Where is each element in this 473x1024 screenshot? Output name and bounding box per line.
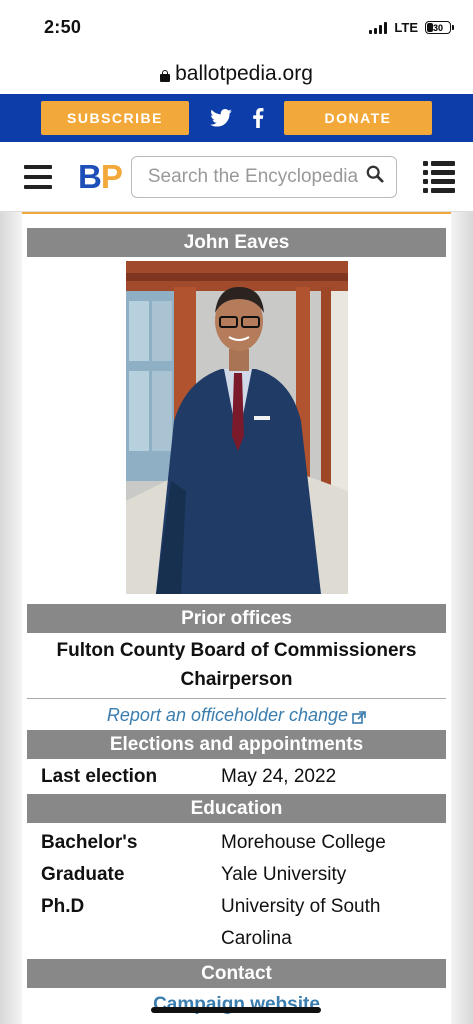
prior-office-title: Fulton County Board of Commissioners Cha… bbox=[27, 633, 446, 699]
education-value: University of South Carolina bbox=[221, 896, 381, 949]
education-value: Morehouse College bbox=[221, 832, 386, 853]
network-type: LTE bbox=[394, 20, 418, 35]
status-bar: 2:50 LTE 30 bbox=[0, 0, 473, 55]
search-icon[interactable] bbox=[366, 165, 384, 188]
education-row: Graduate Yale University bbox=[27, 859, 446, 891]
home-indicator bbox=[151, 1007, 321, 1013]
education-value: Yale University bbox=[221, 864, 347, 885]
education-label: Ph.D bbox=[41, 896, 85, 917]
hamburger-menu-icon[interactable] bbox=[24, 164, 52, 189]
contact-header: Contact bbox=[27, 959, 446, 988]
page-content: John Eaves Prior offices Fulton County B… bbox=[0, 212, 473, 1024]
search-input[interactable]: Search the Encyclopedia bbox=[130, 155, 397, 198]
promo-bar: SUBSCRIBE DONATE bbox=[0, 94, 473, 142]
last-election-label: Last election bbox=[41, 766, 158, 787]
status-indicators: LTE 30 bbox=[369, 20, 454, 35]
education-row: Ph.D University of South Carolina bbox=[27, 891, 446, 955]
facebook-icon[interactable] bbox=[252, 108, 264, 128]
elections-header: Elections and appointments bbox=[27, 730, 446, 759]
education-row: Bachelor's Morehouse College bbox=[27, 827, 446, 859]
status-time: 2:50 bbox=[44, 17, 82, 37]
twitter-icon[interactable] bbox=[209, 109, 232, 127]
prior-offices-header: Prior offices bbox=[27, 604, 446, 633]
ballotpedia-logo[interactable]: BP bbox=[78, 158, 123, 196]
report-officeholder-link[interactable]: Report an officeholder change bbox=[27, 699, 446, 730]
battery-icon: 30 bbox=[425, 21, 454, 34]
signal-icon bbox=[369, 21, 388, 34]
donate-button[interactable]: DONATE bbox=[284, 101, 432, 135]
last-election-row: Last election May 24, 2022 bbox=[27, 759, 446, 794]
site-header: BP Search the Encyclopedia bbox=[0, 142, 473, 212]
officeholder-photo bbox=[125, 261, 348, 594]
education-label: Graduate bbox=[41, 864, 125, 885]
search-placeholder: Search the Encyclopedia bbox=[147, 165, 359, 187]
list-menu-icon[interactable] bbox=[423, 160, 455, 193]
social-links bbox=[209, 108, 264, 128]
battery-level: 30 bbox=[432, 22, 443, 33]
education-header: Education bbox=[27, 794, 446, 823]
subscribe-button[interactable]: SUBSCRIBE bbox=[41, 101, 189, 135]
lock-icon bbox=[160, 69, 171, 82]
officeholder-infobox: John Eaves Prior offices Fulton County B… bbox=[22, 212, 451, 1024]
external-link-icon bbox=[352, 709, 366, 724]
last-election-value: May 24, 2022 bbox=[221, 766, 337, 787]
infobox-name: John Eaves bbox=[27, 228, 446, 257]
education-label: Bachelor's bbox=[41, 832, 138, 853]
url-text: ballotpedia.org bbox=[175, 62, 313, 85]
address-bar[interactable]: ballotpedia.org bbox=[0, 55, 473, 93]
